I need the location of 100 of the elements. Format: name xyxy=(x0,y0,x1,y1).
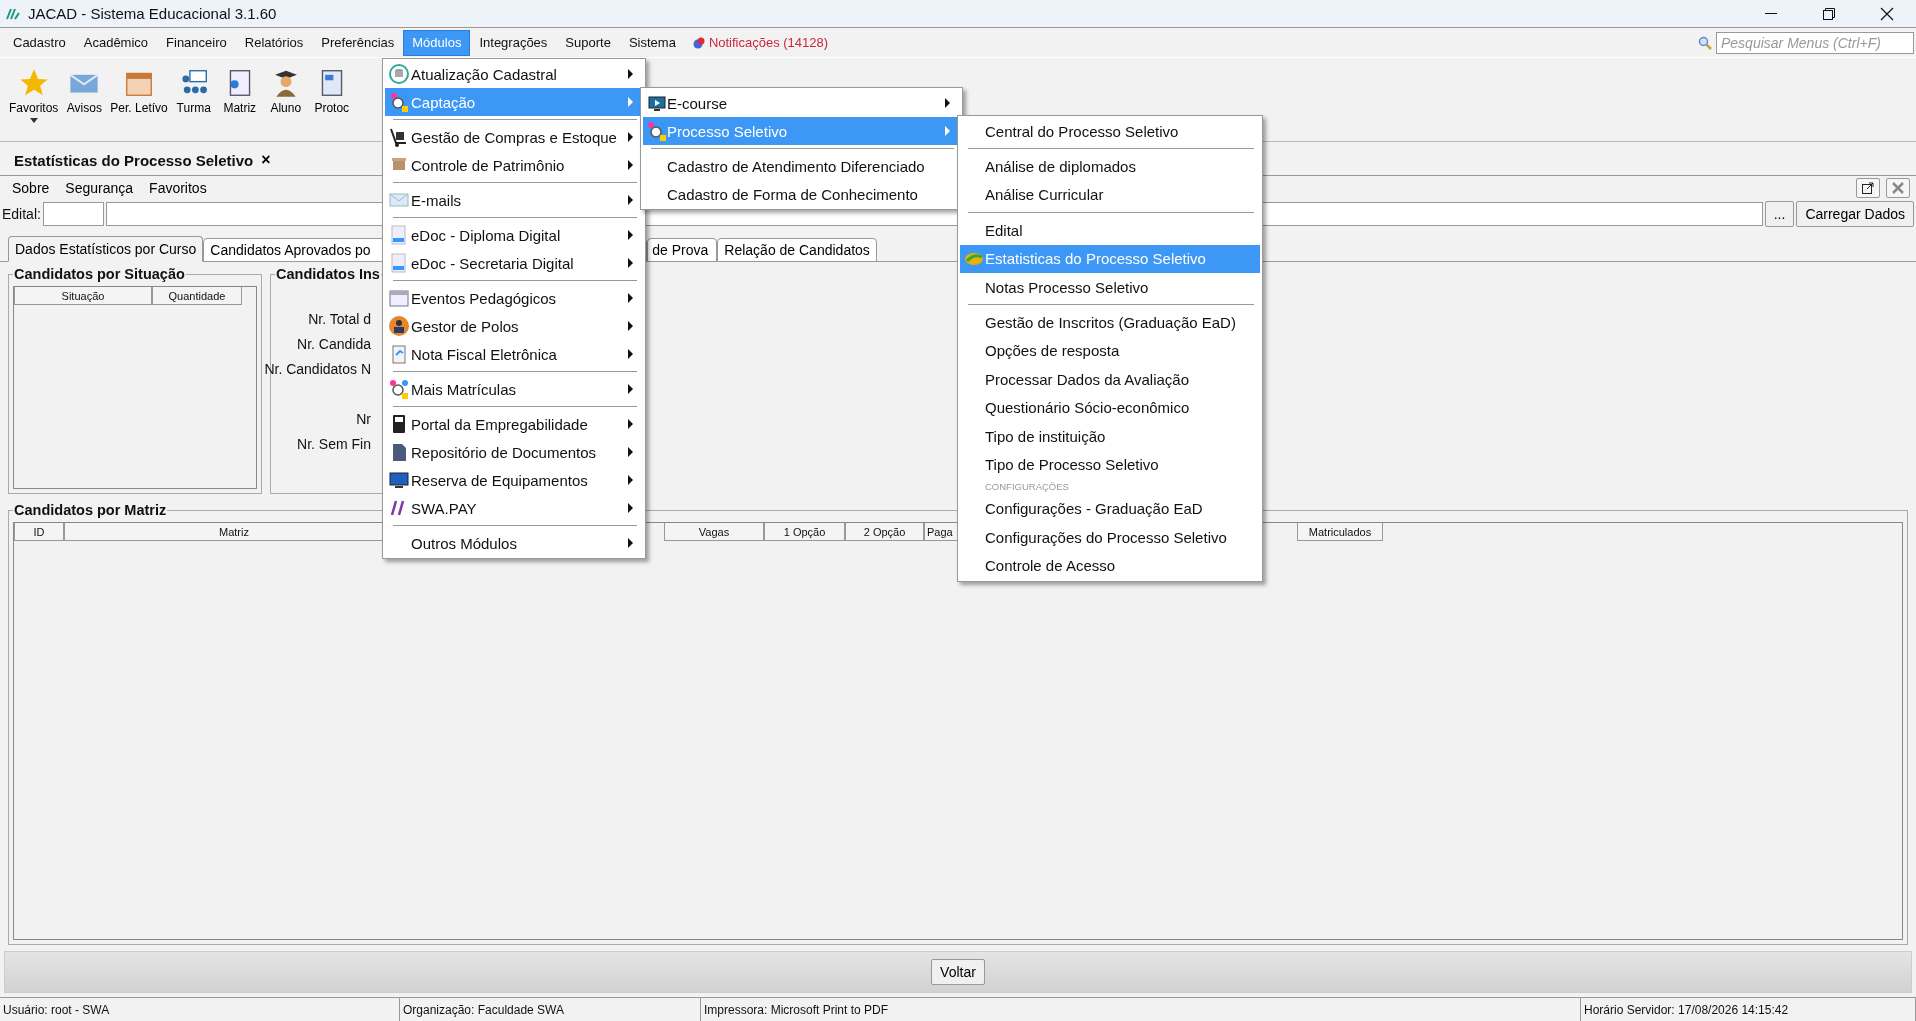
menu-item[interactable]: Opções de resposta xyxy=(960,336,1260,366)
monitor-icon xyxy=(388,469,410,491)
panel-title: Candidatos por Matriz xyxy=(13,502,168,518)
menu-item[interactable]: eDoc - Secretaria Digital xyxy=(385,249,643,277)
menu-item[interactable]: Gestor de Polos xyxy=(385,312,643,340)
column-header[interactable]: Vagas xyxy=(664,523,764,541)
menu-bar-item[interactable]: Segurança xyxy=(57,180,142,196)
caret-icon xyxy=(29,118,38,123)
edital-label: Edital: xyxy=(2,206,41,222)
menu-bar-item[interactable]: Suporte xyxy=(556,29,620,56)
menu-item[interactable]: Configurações - Graduação EaD xyxy=(960,494,1260,524)
toolbar-button[interactable]: Avisos xyxy=(61,66,108,117)
menu-item[interactable]: Tipo de Processo Seletivo xyxy=(960,450,1260,479)
menu-item[interactable]: Eventos Pedagógicos xyxy=(385,284,643,312)
menu-bar-item[interactable]: Sistema xyxy=(619,29,685,56)
menu-bar-item[interactable]: Favoritos xyxy=(141,180,215,196)
status-text: Impressora: Microsoft Print to PDF xyxy=(701,998,1581,1021)
menu-item[interactable]: Edital xyxy=(960,216,1260,245)
popout-button[interactable] xyxy=(1856,178,1880,198)
popout-icon xyxy=(1862,182,1874,194)
star-icon xyxy=(18,68,49,98)
document-tab[interactable]: Estatísticas do Processo Seletivo × xyxy=(4,145,281,175)
toolbar-button[interactable]: Matriz xyxy=(216,66,263,117)
menu-bar-item[interactable]: Integrações xyxy=(470,29,557,56)
close-icon xyxy=(1880,6,1894,21)
menu-section-header: CONFIGURAÇÕES xyxy=(984,480,1070,495)
menu-item[interactable]: E-mails xyxy=(385,186,643,214)
notification-icon xyxy=(692,36,705,49)
column-header[interactable]: Quantidade xyxy=(152,287,242,305)
menu-item[interactable]: Central do Processo Seletivo xyxy=(960,117,1260,146)
menu-bar-item[interactable]: Preferências xyxy=(312,29,404,56)
toolbar-button[interactable]: Aluno xyxy=(262,66,309,117)
column-header[interactable]: Situação xyxy=(14,287,152,305)
people-search-icon xyxy=(388,91,410,113)
restore-icon xyxy=(1823,7,1835,20)
back-button[interactable]: Voltar xyxy=(931,959,985,985)
document-tab-title: Estatísticas do Processo Seletivo xyxy=(14,151,254,169)
people-search-icon xyxy=(388,378,410,400)
menu-item[interactable]: Gestão de Inscritos (Graduação EaD) xyxy=(960,308,1260,337)
menu-item[interactable]: Análise de diplomados xyxy=(960,152,1260,181)
tab[interactable]: Relação de Candidatos xyxy=(717,238,877,262)
menu-bar-item[interactable]: Acadêmico xyxy=(74,29,158,56)
stat-label: Nr. Total d xyxy=(308,309,371,329)
menu-bar-item[interactable]: Sobre xyxy=(4,180,58,196)
tab[interactable]: Dados Estatísticos por Curso xyxy=(8,236,204,262)
menu-item[interactable]: E-course xyxy=(643,89,960,117)
column-header[interactable]: 1 Opção xyxy=(764,523,845,541)
menu-item[interactable]: Cadastro de Atendimento Diferenciado xyxy=(643,152,960,180)
column-header[interactable]: ID xyxy=(14,523,64,541)
menu-item[interactable]: Processar Dados da Avaliação xyxy=(960,365,1260,394)
avatar-icon xyxy=(388,315,410,337)
status-text: Usuário: root - SWA xyxy=(0,998,400,1021)
database-icon xyxy=(388,63,410,85)
search-icon xyxy=(1698,35,1712,50)
minimize-icon xyxy=(1765,12,1777,15)
tab[interactable]: de Prova xyxy=(647,238,718,262)
status-text: Organização: Faculdade SWA xyxy=(400,998,701,1021)
notifications-link[interactable]: Notificações (14128) xyxy=(708,35,829,50)
menu-item[interactable]: Questionário Sócio-econômico xyxy=(960,393,1260,422)
stat-label: Nr xyxy=(356,409,371,429)
menu-bar-item[interactable]: Relatórios xyxy=(235,29,313,56)
stat-label: Nr. Candida xyxy=(297,334,371,354)
menu-item[interactable]: Mais Matrículas xyxy=(385,375,643,403)
menu-item[interactable]: Controle de Acesso xyxy=(960,551,1260,580)
status-text: Horário Servidor: 17/08/2026 14:15:42 xyxy=(1581,998,1916,1021)
close-icon xyxy=(1892,182,1904,194)
menu-item[interactable]: Repositório de Documentos xyxy=(385,438,643,466)
window-title: JACAD - Sistema Educacional 3.1.60 xyxy=(28,5,277,22)
people-search-icon xyxy=(646,120,668,142)
menu-item[interactable]: Configurações do Processo Seletivo xyxy=(960,523,1260,552)
menu-item[interactable]: Gestão de Compras e Estoque xyxy=(385,123,643,151)
menu-item[interactable]: eDoc - Diploma Digital xyxy=(385,221,643,249)
toolbar-button[interactable]: Protoc xyxy=(308,66,355,117)
edital-code-field[interactable] xyxy=(42,202,104,226)
panel-title: Candidatos por Situação xyxy=(13,266,186,282)
menu-item[interactable]: SWA.PAY xyxy=(385,494,643,522)
menu-item[interactable]: Controle de Patrimônio xyxy=(385,151,643,179)
toolbar-button[interactable]: Per. Letívo xyxy=(107,66,171,117)
menu-item[interactable]: Atualização Cadastral xyxy=(385,60,643,88)
column-header[interactable]: 2 Opção xyxy=(845,523,924,541)
menu-item[interactable]: Nota Fiscal Eletrônica xyxy=(385,340,643,368)
menu-bar-item[interactable]: Cadastro xyxy=(4,29,75,56)
search-field[interactable]: Pesquisar Menus (Ctrl+F) xyxy=(1716,31,1914,54)
close-button[interactable] xyxy=(1886,178,1910,198)
menu-item[interactable]: Reserva de Equipamentos xyxy=(385,466,643,494)
menu-bar-item[interactable]: Financeiro xyxy=(157,29,236,56)
panel-title: Candidatos Ins xyxy=(275,266,381,282)
toolbar-button[interactable]: Favoritos xyxy=(6,66,62,125)
column-header[interactable]: Matriculados xyxy=(1297,523,1383,541)
browse-button[interactable]: ... xyxy=(1764,201,1795,227)
stat-label: Nr. Candidatos N xyxy=(264,359,371,379)
menu-item[interactable]: Notas Processo Seletivo xyxy=(960,272,1260,302)
menu-item[interactable]: Análise Curricular xyxy=(960,180,1260,210)
menu-item[interactable]: Tipo de instituição xyxy=(960,421,1260,451)
stat-label: Nr. Sem Fin xyxy=(297,434,371,454)
toolbar-button[interactable]: Turma xyxy=(170,66,217,117)
menu-item[interactable]: Cadastro de Forma de Conhecimento xyxy=(643,180,960,208)
close-tab-button[interactable]: × xyxy=(261,151,271,169)
menu-item[interactable]: Portal da Empregabilidade xyxy=(385,410,643,438)
load-data-button[interactable]: Carregar Dados xyxy=(1796,201,1914,227)
